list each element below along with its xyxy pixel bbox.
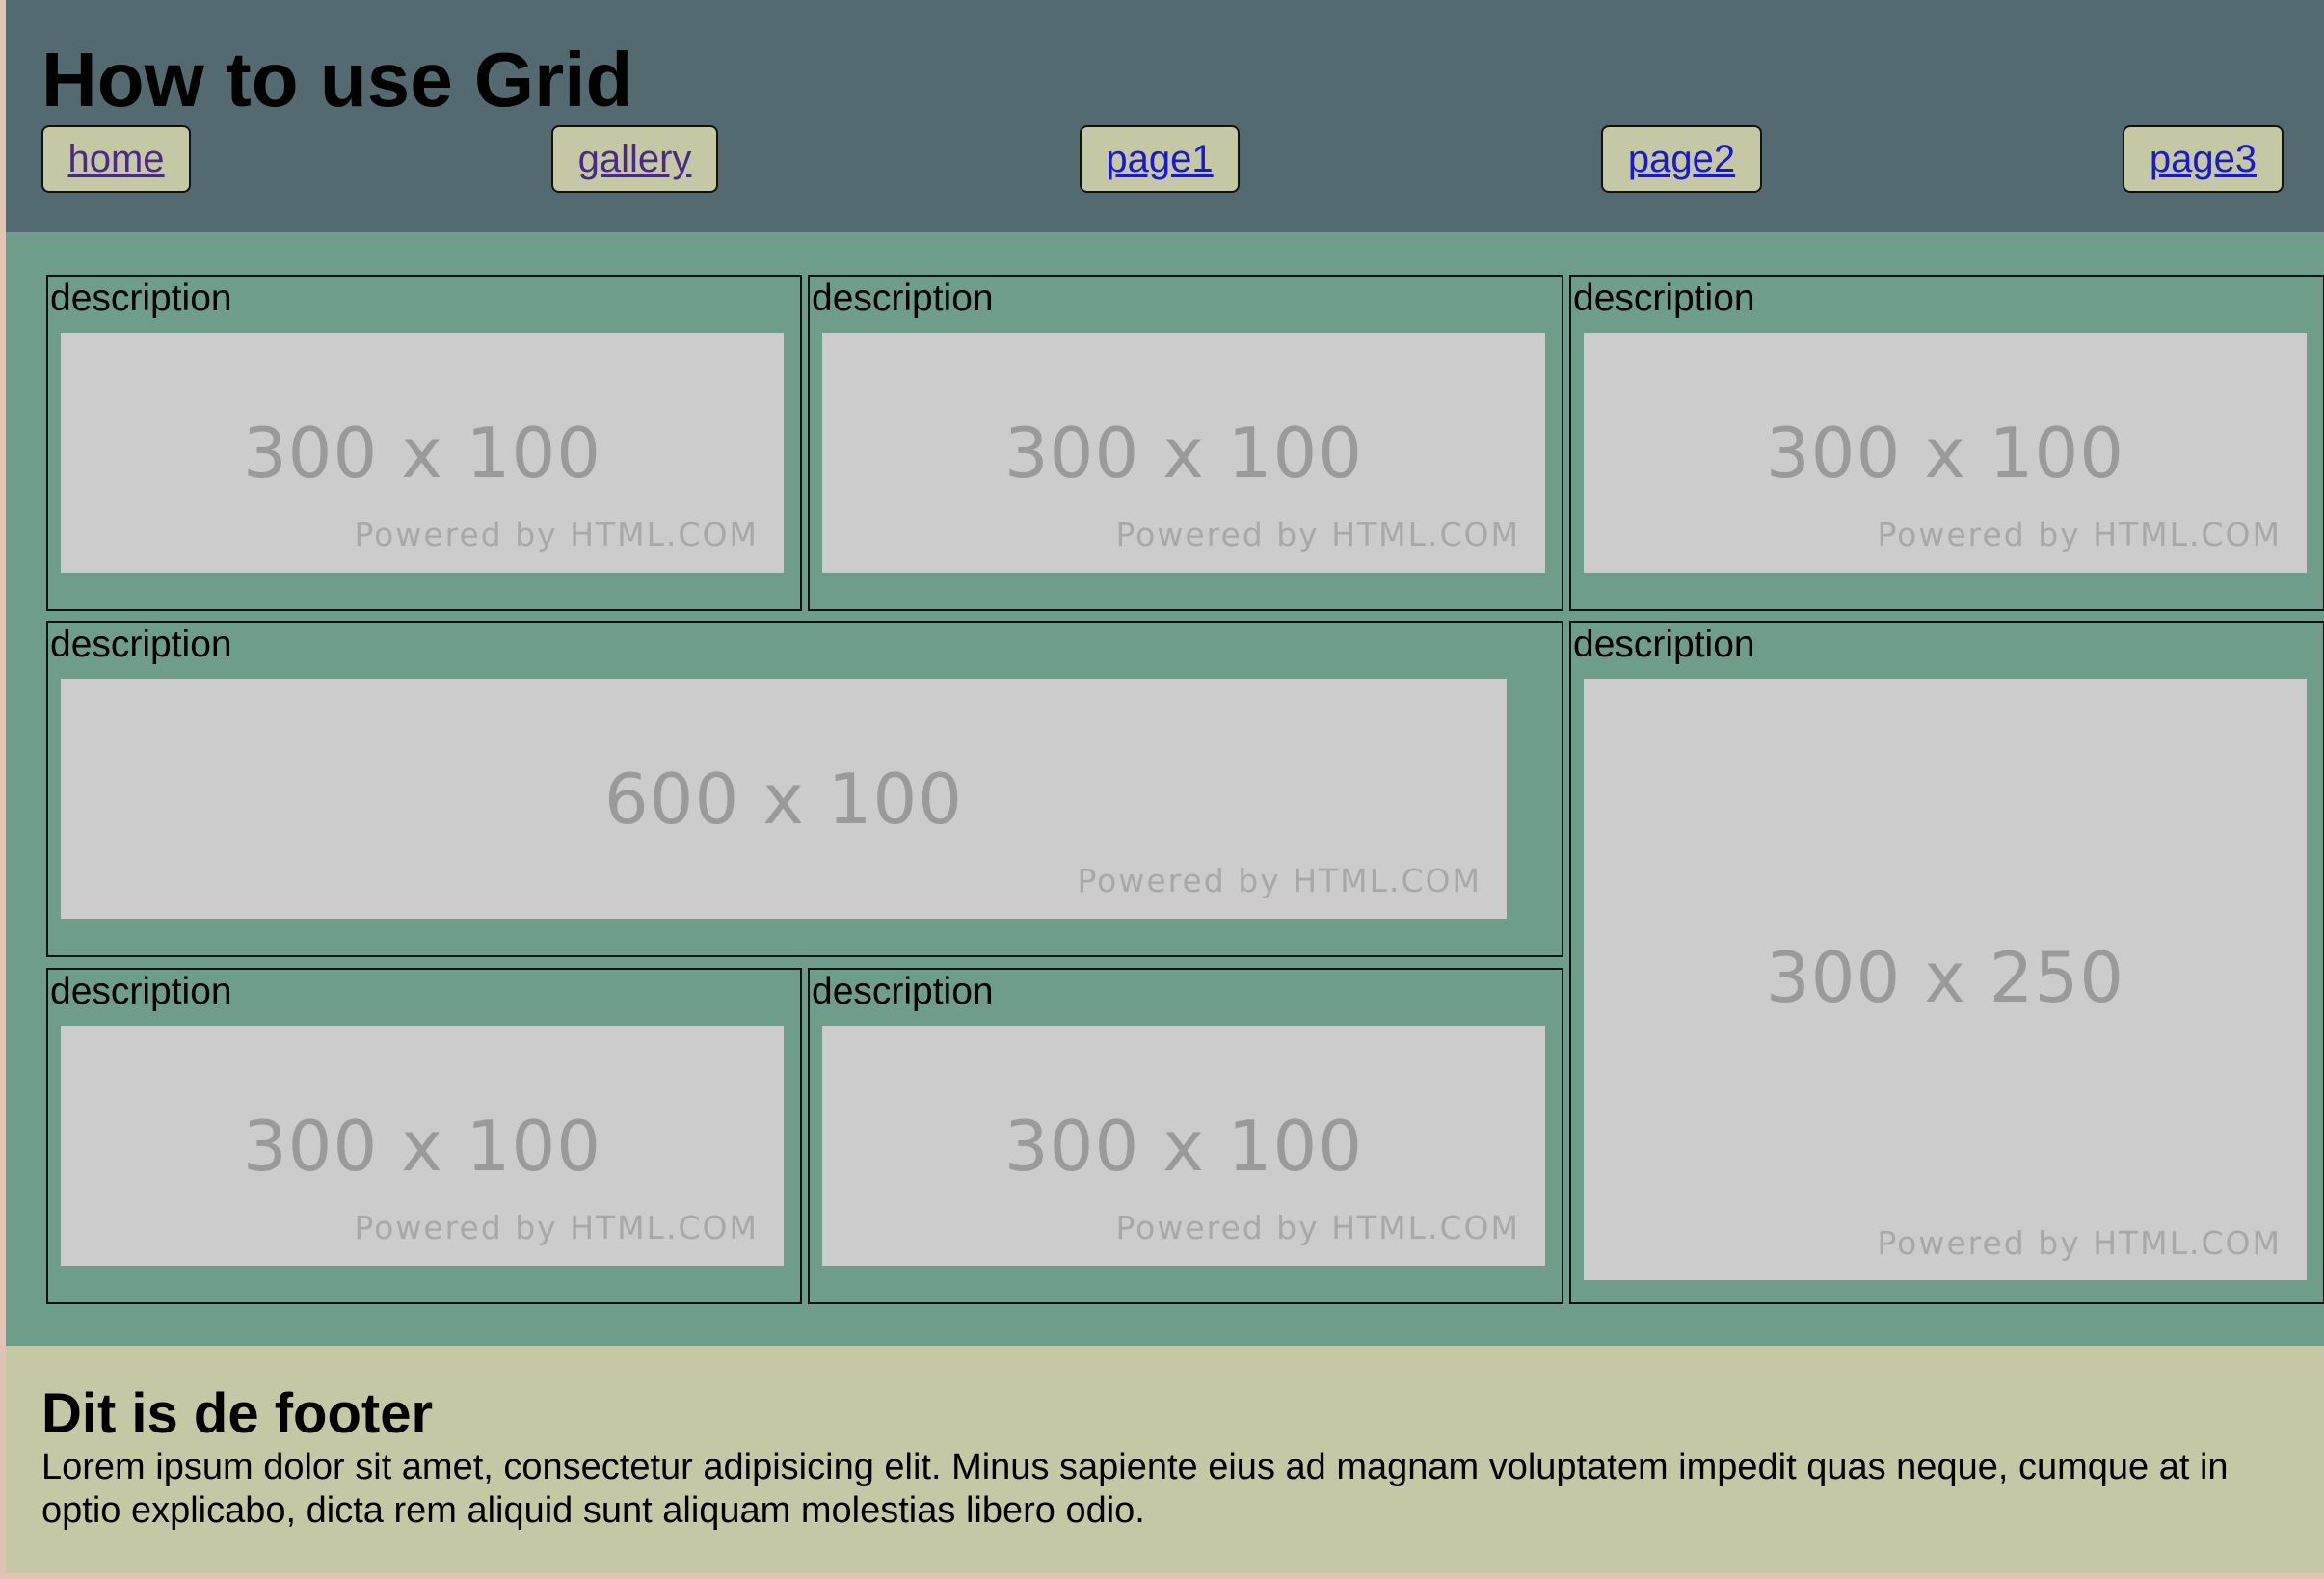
footer-title: Dit is de footer [41,1382,434,1445]
card-description: description [812,278,994,319]
nav-button-gallery[interactable]: gallery [551,125,718,193]
image-powered-by: Powered by HTML.COM [354,516,759,553]
gallery-card-tall: description 300 x 250 Powered by HTML.CO… [1569,621,2324,1304]
gallery-card: description 300 x 100 Powered by HTML.CO… [1569,275,2324,611]
nav-link-page3[interactable]: page3 [2150,137,2257,181]
footer-text: Lorem ipsum dolor sit amet, consectetur … [41,1447,2229,1531]
image-dimensions: 600 x 100 [603,759,964,840]
nav-link-page1[interactable]: page1 [1106,137,1213,181]
card-description: description [1573,278,1755,319]
site-footer: Dit is de footer Lorem ipsum dolor sit a… [6,1346,2324,1573]
nav-button-page1[interactable]: page1 [1080,125,1240,193]
page: How to use Grid home gallery page1 page2… [6,0,2324,1573]
nav-button-page3[interactable]: page3 [2123,125,2284,193]
page-title: How to use Grid [41,37,633,122]
gallery-card: description 300 x 100 Powered by HTML.CO… [46,275,802,611]
nav-button-home[interactable]: home [41,125,191,193]
gallery-card-wide: description 600 x 100 Powered by HTML.CO… [46,621,1563,957]
nav-link-home[interactable]: home [67,137,164,181]
placeholder-image: 600 x 100 Powered by HTML.COM [61,679,1507,919]
gallery-card: description 300 x 100 Powered by HTML.CO… [46,968,802,1304]
image-powered-by: Powered by HTML.COM [1877,516,2282,553]
card-description: description [1573,624,1755,665]
placeholder-image: 300 x 100 Powered by HTML.COM [822,1026,1545,1266]
gallery-card: description 300 x 100 Powered by HTML.CO… [808,968,1563,1304]
image-powered-by: Powered by HTML.COM [1115,1209,1520,1246]
image-dimensions: 300 x 100 [1003,413,1364,494]
image-dimensions: 300 x 100 [242,413,602,494]
nav-link-page2[interactable]: page2 [1628,137,1735,181]
placeholder-image: 300 x 100 Powered by HTML.COM [61,1026,784,1266]
placeholder-image: 300 x 100 Powered by HTML.COM [61,333,784,573]
placeholder-image: 300 x 250 Powered by HTML.COM [1584,679,2307,1280]
card-description: description [812,971,994,1012]
placeholder-image: 300 x 100 Powered by HTML.COM [822,333,1545,573]
card-description: description [50,278,232,319]
image-powered-by: Powered by HTML.COM [354,1209,759,1246]
image-dimensions: 300 x 100 [1765,413,2125,494]
card-description: description [50,971,232,1012]
image-powered-by: Powered by HTML.COM [1877,1224,2282,1262]
site-header: How to use Grid home gallery page1 page2… [6,0,2324,232]
image-dimensions: 300 x 250 [1765,937,2125,1018]
gallery-grid: description 300 x 100 Powered by HTML.CO… [6,232,2324,1346]
nav-button-page2[interactable]: page2 [1601,125,1762,193]
card-description: description [50,624,232,665]
image-dimensions: 300 x 100 [1003,1106,1364,1187]
image-powered-by: Powered by HTML.COM [1077,862,1482,899]
gallery-card: description 300 x 100 Powered by HTML.CO… [808,275,1563,611]
placeholder-image: 300 x 100 Powered by HTML.COM [1584,333,2307,573]
nav-link-gallery[interactable]: gallery [578,137,692,181]
image-dimensions: 300 x 100 [242,1106,602,1187]
image-powered-by: Powered by HTML.COM [1115,516,1520,553]
